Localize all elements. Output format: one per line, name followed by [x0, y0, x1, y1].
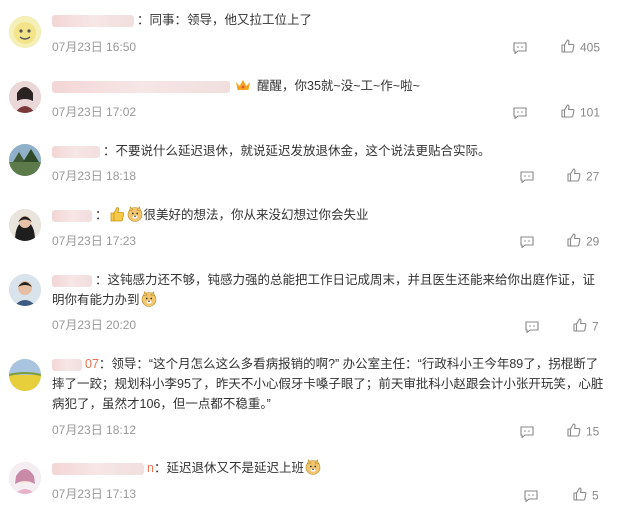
like-button[interactable]: 101	[561, 104, 600, 121]
timestamp: 07月23日 18:18	[52, 169, 137, 183]
like-button[interactable]: 29	[567, 233, 599, 250]
timestamp: 07月23日 17:13	[52, 487, 137, 501]
comment-text: 领导：“这个月怎么这么多看病报销的啊?” 办公室主任：“行政科小王今年89了，拐…	[52, 357, 604, 411]
like-count: 405	[580, 40, 601, 55]
username[interactable]	[52, 209, 92, 222]
like-button[interactable]: 15	[567, 423, 599, 440]
username[interactable]	[52, 274, 92, 287]
avatar[interactable]	[9, 209, 41, 241]
avatar[interactable]	[9, 359, 41, 391]
reply-icon[interactable]	[525, 320, 539, 334]
like-count: 7	[592, 319, 599, 334]
timestamp: 07月23日 17:02	[52, 105, 137, 119]
like-button[interactable]: 405	[561, 39, 600, 56]
comment-text: 很美好的想法，你从来没幻想过你会失业	[143, 208, 369, 222]
comment-text: 同事：领导，他又拉工位上了	[149, 13, 313, 27]
like-count: 101	[580, 105, 601, 120]
comment-text: 延迟退休又不是延迟上班	[166, 461, 304, 475]
avatar[interactable]	[9, 16, 41, 48]
reply-icon[interactable]	[513, 41, 527, 55]
comment-text: 不要说什么延迟退休，就说延迟发放退休金，这个说法更贴合实际。	[115, 144, 491, 158]
username-text[interactable]: 07	[85, 357, 99, 371]
avatar[interactable]	[9, 274, 41, 306]
like-count: 29	[586, 234, 600, 249]
avatar[interactable]	[9, 144, 41, 176]
thumbs-up-icon	[573, 318, 587, 335]
comment-text: 这钝感力还不够，钝感力强的总能把工作日记成周末，并且医生还能来给你出庭作证，证明…	[52, 273, 596, 307]
timestamp: 07月23日 16:50	[52, 40, 137, 54]
doge-emoji-icon	[127, 206, 143, 222]
doge-emoji-icon	[141, 291, 157, 307]
doge-emoji-icon	[305, 459, 321, 475]
like-count: 15	[586, 424, 600, 439]
comment-text: 醒醒，你35就~没~工~作~啦~	[257, 79, 420, 93]
username[interactable]	[52, 358, 82, 371]
reply-icon[interactable]	[513, 106, 527, 120]
username[interactable]	[52, 145, 100, 158]
username[interactable]	[52, 80, 230, 93]
username[interactable]	[52, 14, 134, 27]
thumbs-up-icon	[567, 423, 581, 440]
username[interactable]	[52, 462, 144, 475]
timestamp: 07月23日 17:23	[52, 234, 137, 248]
thumbs-up-emoji-icon	[109, 206, 125, 222]
like-button[interactable]: 27	[567, 168, 599, 185]
thumbs-up-icon	[561, 104, 575, 121]
reply-icon[interactable]	[520, 425, 534, 439]
reply-icon[interactable]	[520, 235, 534, 249]
reply-icon[interactable]	[520, 170, 534, 184]
thumbs-up-icon	[561, 39, 575, 56]
reply-icon[interactable]	[524, 489, 538, 503]
avatar[interactable]	[9, 462, 41, 494]
crown-badge-icon	[235, 78, 251, 98]
username-text[interactable]: n	[147, 461, 154, 475]
thumbs-up-icon	[573, 487, 587, 504]
like-count: 5	[592, 488, 599, 503]
timestamp: 07月23日 18:12	[52, 423, 137, 437]
thumbs-up-icon	[567, 233, 581, 250]
thumbs-up-icon	[567, 168, 581, 185]
avatar[interactable]	[9, 81, 41, 113]
like-button[interactable]: 5	[573, 487, 599, 504]
like-button[interactable]: 7	[573, 318, 599, 335]
timestamp: 07月23日 20:20	[52, 318, 137, 332]
like-count: 27	[586, 169, 600, 184]
